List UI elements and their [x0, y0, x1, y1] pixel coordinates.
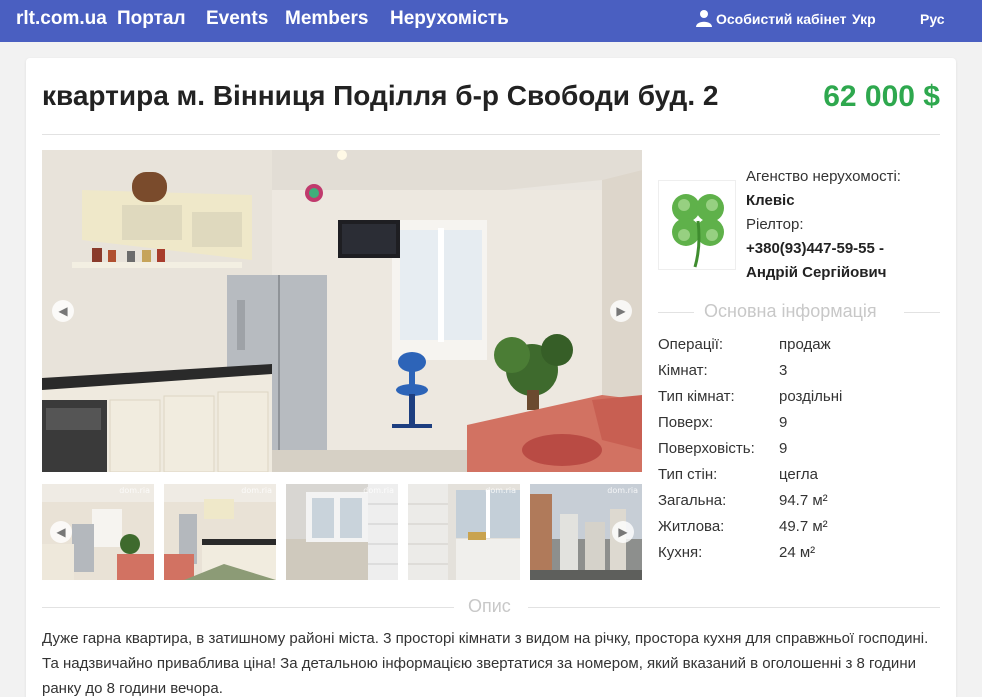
- info-value: 9: [779, 414, 788, 431]
- realtor-phone[interactable]: +380(93)447-59-55 -: [746, 240, 884, 257]
- listing-title: квартира м. Вінниця Поділля б-р Свободи …: [42, 80, 719, 111]
- info-key: Тип кімнат:: [658, 388, 735, 405]
- section-divider: [904, 312, 940, 313]
- agency-label: Агенство нерухомості:: [746, 168, 901, 185]
- cabinet-link[interactable]: Особистий кабінет: [716, 0, 846, 38]
- thumbnail-4[interactable]: dom.ria: [408, 484, 520, 580]
- thumbnail-prev-arrow[interactable]: ◀: [50, 521, 72, 543]
- info-row-kitchen-area: Кухня: 24 м²: [658, 544, 938, 570]
- info-row-living-area: Житлова: 49.7 м²: [658, 518, 938, 544]
- info-key: Загальна:: [658, 492, 727, 509]
- main-photo[interactable]: ◀ ▶: [42, 150, 642, 472]
- info-row-operation: Операції: продаж: [658, 336, 938, 362]
- info-key: Поверх:: [658, 414, 714, 431]
- nav-item-events[interactable]: Events: [206, 0, 268, 38]
- info-row-total-area: Загальна: 94.7 м²: [658, 492, 938, 518]
- info-section-title: Основна інформація: [704, 301, 877, 321]
- info-value: цегла: [779, 466, 819, 483]
- thumbnail-5[interactable]: dom.ria ▶: [530, 484, 642, 580]
- realtor-name: Андрій Сергійович: [746, 264, 887, 281]
- description-text: Дуже гарна квартира, в затишному районі …: [42, 630, 929, 697]
- info-key: Кімнат:: [658, 362, 708, 379]
- realtor-label: Ріелтор:: [746, 216, 804, 233]
- thumbnail-watermark: dom.ria: [485, 486, 516, 495]
- info-value: роздільні: [779, 388, 843, 405]
- info-key: Поверховість:: [658, 440, 755, 457]
- thumbnail-watermark: dom.ria: [119, 486, 150, 495]
- nav-item-portal[interactable]: Портал: [117, 0, 186, 38]
- thumbnail-next-arrow[interactable]: ▶: [612, 521, 634, 543]
- thumbnail-balcony-image: [408, 484, 520, 580]
- section-divider: [658, 312, 694, 313]
- info-value: 3: [779, 362, 788, 379]
- gallery-next-arrow[interactable]: ▶: [610, 300, 632, 322]
- info-row-floors-total: Поверховість: 9: [658, 440, 938, 466]
- section-divider: [42, 607, 454, 608]
- info-value: продаж: [779, 336, 831, 353]
- info-value: 24 м²: [779, 544, 816, 561]
- thumbnail-watermark: dom.ria: [241, 486, 272, 495]
- info-key: Тип стін:: [658, 466, 718, 483]
- description-section-title: Опис: [468, 596, 511, 616]
- top-navbar: rlt.com.ua Портал Events Members Нерухом…: [0, 0, 982, 42]
- thumbnail-window-image: [286, 484, 398, 580]
- divider: [42, 134, 940, 135]
- user-icon[interactable]: [695, 9, 713, 27]
- info-value: 9: [779, 440, 788, 457]
- kitchen-livingroom-photo: [42, 150, 642, 472]
- nav-item-real-estate[interactable]: Нерухомість: [390, 0, 509, 38]
- info-row-floor: Поверх: 9: [658, 414, 938, 440]
- thumbnail-3[interactable]: dom.ria: [286, 484, 398, 580]
- gallery-prev-arrow[interactable]: ◀: [52, 300, 74, 322]
- clover-icon: [672, 194, 724, 268]
- section-divider: [528, 607, 940, 608]
- brand-link[interactable]: rlt.com.ua: [16, 0, 107, 38]
- info-key: Операції:: [658, 336, 724, 353]
- lang-rus-link[interactable]: Рус: [920, 0, 945, 38]
- thumbnail-2[interactable]: dom.ria: [164, 484, 276, 580]
- agency-logo[interactable]: [658, 180, 736, 270]
- nav-item-members[interactable]: Members: [285, 0, 368, 38]
- info-row-room-type: Тип кімнат: роздільні: [658, 388, 938, 414]
- listing-card: квартира м. Вінниця Поділля б-р Свободи …: [26, 58, 956, 697]
- info-row-wall-type: Тип стін: цегла: [658, 466, 938, 492]
- thumbnail-watermark: dom.ria: [363, 486, 394, 495]
- info-key: Кухня:: [658, 544, 703, 561]
- thumbnail-watermark: dom.ria: [607, 486, 638, 495]
- info-value: 49.7 м²: [779, 518, 828, 535]
- info-value: 94.7 м²: [779, 492, 828, 509]
- thumbnail-kitchen-view-image: [164, 484, 276, 580]
- thumbnail-1[interactable]: dom.ria ◀: [42, 484, 154, 580]
- info-key: Житлова:: [658, 518, 725, 535]
- agency-name[interactable]: Клевіс: [746, 192, 795, 209]
- info-row-rooms: Кімнат: 3: [658, 362, 938, 388]
- lang-ukr-link[interactable]: Укр: [852, 0, 876, 38]
- listing-price: 62 000 $: [823, 80, 940, 113]
